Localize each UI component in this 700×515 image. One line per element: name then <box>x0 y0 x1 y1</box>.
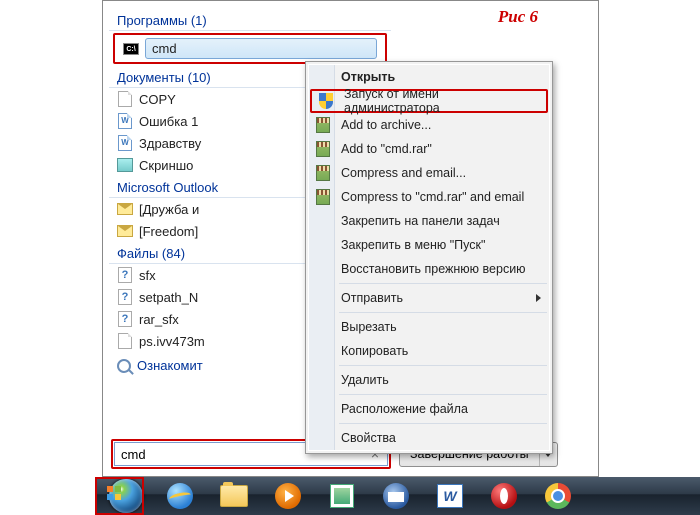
cm-pin-start[interactable]: Закрепить в меню "Пуск" <box>309 233 549 257</box>
cm-separator <box>339 283 547 284</box>
cm-file-location[interactable]: Расположение файла <box>309 397 549 421</box>
taskbar-chrome[interactable] <box>532 479 584 513</box>
help-icon: ? <box>117 289 133 305</box>
doc-label: Здравству <box>139 136 201 151</box>
result-cmd[interactable]: C:\ cmd <box>113 33 387 64</box>
cm-pin-taskbar[interactable]: Закрепить на панели задач <box>309 209 549 233</box>
cm-properties[interactable]: Свойства <box>309 426 549 450</box>
cm-compress-cmd-email[interactable]: Compress to "cmd.rar" and email <box>309 185 549 209</box>
mail-icon <box>117 201 133 217</box>
start-menu-panel: Рис 6 Программы (1) C:\ cmd Документы (1… <box>102 0 599 477</box>
cm-label: Отправить <box>341 291 403 305</box>
word-doc-icon: W <box>117 113 133 129</box>
cm-run-as-admin[interactable]: Запуск от имени администратора <box>310 89 548 113</box>
media-player-icon <box>275 483 301 509</box>
ie-icon <box>167 483 193 509</box>
doc-label: COPY <box>139 92 176 107</box>
doc-label: Ошибка 1 <box>139 114 198 129</box>
cm-label: Восстановить прежнюю версию <box>341 262 526 276</box>
taskbar-wmp[interactable] <box>262 479 314 513</box>
taskbar-opera[interactable] <box>478 479 530 513</box>
taskbar-thunderbird[interactable] <box>370 479 422 513</box>
taskbar-ie[interactable] <box>154 479 206 513</box>
opera-icon <box>491 483 517 509</box>
cm-label: Расположение файла <box>341 402 468 416</box>
word-icon: W <box>437 484 463 508</box>
cm-label: Копировать <box>341 344 408 358</box>
image-icon <box>117 157 133 173</box>
thunderbird-icon <box>383 483 409 509</box>
result-cmd-label: cmd <box>145 38 377 59</box>
cm-compress-email[interactable]: Compress and email... <box>309 161 549 185</box>
windows-orb-icon <box>109 479 143 513</box>
cm-label: Закрепить на панели задач <box>341 214 500 228</box>
taskbar-explorer[interactable] <box>208 479 260 513</box>
cm-label: Compress and email... <box>341 166 466 180</box>
cm-label: Удалить <box>341 373 389 387</box>
rar-icon <box>315 117 331 133</box>
taskbar-word[interactable]: W <box>424 479 476 513</box>
cm-label: Свойства <box>341 431 396 445</box>
taskbar: W <box>95 477 700 515</box>
file-label: rar_sfx <box>139 312 179 327</box>
doc-label: Скриншо <box>139 158 193 173</box>
cm-add-cmdrar[interactable]: Add to "cmd.rar" <box>309 137 549 161</box>
search-icon <box>117 359 131 373</box>
cm-label: Compress to "cmd.rar" and email <box>341 190 524 204</box>
cm-label: Add to archive... <box>341 118 431 132</box>
cm-delete[interactable]: Удалить <box>309 368 549 392</box>
cm-separator <box>339 365 547 366</box>
taskbar-writer[interactable] <box>316 479 368 513</box>
file-icon <box>117 333 133 349</box>
see-more-label: Ознакомит <box>137 358 203 373</box>
cm-add-archive[interactable]: Add to archive... <box>309 113 549 137</box>
help-icon: ? <box>117 267 133 283</box>
word-doc-icon: W <box>117 135 133 151</box>
cm-label: Вырезать <box>341 320 397 334</box>
cm-label: Запуск от имени администратора <box>344 87 536 115</box>
cm-label: Закрепить в меню "Пуск" <box>341 238 485 252</box>
context-menu: Открыть Запуск от имени администратора A… <box>305 61 553 454</box>
shield-icon <box>318 93 334 109</box>
file-label: ps.ivv473m <box>139 334 205 349</box>
cm-separator <box>339 423 547 424</box>
cm-restore-prev[interactable]: Восстановить прежнюю версию <box>309 257 549 281</box>
mail-label: [Freedom] <box>139 224 198 239</box>
cm-cut[interactable]: Вырезать <box>309 315 549 339</box>
cm-copy[interactable]: Копировать <box>309 339 549 363</box>
cm-separator <box>339 394 547 395</box>
cm-label: Add to "cmd.rar" <box>341 142 432 156</box>
start-button[interactable] <box>100 479 152 513</box>
chrome-icon <box>545 483 571 509</box>
chevron-right-icon <box>536 294 541 302</box>
file-label: sfx <box>139 268 156 283</box>
mail-icon <box>117 223 133 239</box>
doc-icon <box>117 91 133 107</box>
help-icon: ? <box>117 311 133 327</box>
rar-icon <box>315 141 331 157</box>
writer-icon <box>330 484 354 508</box>
rar-icon <box>315 165 331 181</box>
cm-open[interactable]: Открыть <box>309 65 549 89</box>
file-label: setpath_N <box>139 290 198 305</box>
cm-label: Открыть <box>341 70 395 84</box>
cmd-icon: C:\ <box>123 41 139 57</box>
rar-icon <box>315 189 331 205</box>
cm-send-to[interactable]: Отправить <box>309 286 549 310</box>
cm-separator <box>339 312 547 313</box>
folder-icon <box>220 485 248 507</box>
mail-label: [Дружба и <box>139 202 199 217</box>
section-programs: Программы (1) <box>109 9 391 31</box>
